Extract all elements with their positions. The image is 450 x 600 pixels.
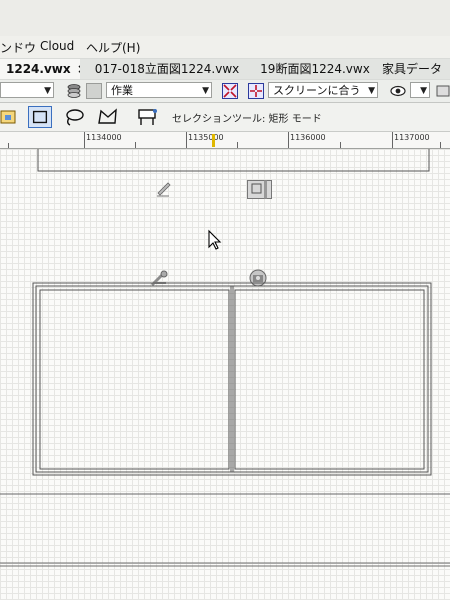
ruler-major-tick <box>392 132 393 148</box>
visibility-eye-icon[interactable] <box>390 83 406 99</box>
chevron-down-icon: ▼ <box>202 86 209 96</box>
left-pane-outline <box>39 289 230 470</box>
layer-options-icon[interactable] <box>86 83 102 99</box>
chevron-down-icon: ▼ <box>420 86 427 96</box>
ruler-label: 1137000 <box>394 133 430 142</box>
tab-label: 19断面図1224.vwx <box>260 62 370 76</box>
tab-elevation-document[interactable]: 017-018立面図1224.vwx <box>80 59 255 79</box>
zoom-dropdown[interactable]: スクリーンに合う ▼ <box>268 82 378 98</box>
ruler-minor-tick <box>135 142 136 148</box>
ruler-label: 1134000 <box>86 133 122 142</box>
ruler-minor-tick <box>340 142 341 148</box>
ruler-label: 1136000 <box>290 133 326 142</box>
tab-label: 017-018立面図1224.vwx <box>94 62 240 76</box>
ruler-minor-tick <box>237 142 238 148</box>
view-bar: ▼ 作業 ▼ スクリーンに合う ▼ ▼ <box>0 80 450 103</box>
menu-window[interactable]: ンドウ <box>0 39 36 56</box>
tool-mode-bar: セレクションツール: 矩形 モード <box>0 103 450 132</box>
upper-drawing-outline <box>37 149 430 172</box>
ruler-major-tick <box>84 132 85 148</box>
chevron-down-icon: ▼ <box>44 86 51 96</box>
tab-section-document[interactable]: 19断面図1224.vwx <box>244 59 387 79</box>
select-options-icon[interactable] <box>136 106 160 128</box>
horizontal-ruler[interactable]: 1134000 1135000 1136000 1137000 <box>0 132 450 149</box>
layer-dropdown[interactable]: 作業 ▼ <box>106 82 212 98</box>
camera-object-icon <box>249 269 267 287</box>
drawing-content <box>0 149 450 567</box>
document-tab-bar: 1224.vwx × 017-018立面図1224.vwx 19断面図1224.… <box>0 58 450 81</box>
rectangle-mode-icon[interactable] <box>28 106 52 128</box>
chevron-down-icon: ▼ <box>368 86 375 96</box>
tab-furniture-data[interactable]: 家具データ <box>376 59 450 79</box>
class-dropdown[interactable]: ▼ <box>0 82 54 98</box>
edit-pencil-icon <box>157 182 171 197</box>
ruler-major-tick <box>186 132 187 148</box>
ruler-minor-tick <box>8 143 9 148</box>
outer-frame-line <box>32 282 432 476</box>
ruler-minor-tick <box>440 142 441 148</box>
tool-status-text: セレクションツール: 矩形 モード <box>172 114 322 125</box>
tab-label: 1224.vwx <box>6 62 71 76</box>
drawing-canvas[interactable] <box>0 149 450 600</box>
zoom-fit-page-icon[interactable] <box>248 83 264 99</box>
mouse-cursor-icon <box>208 229 222 250</box>
menu-bar: ンドウ Cloud ヘルプ(H) <box>0 36 450 58</box>
outer-frame-inner-line <box>35 285 429 473</box>
tab-current-document[interactable]: 1224.vwx × <box>0 59 91 79</box>
polygon-mode-icon[interactable] <box>96 106 120 128</box>
view-options-icon[interactable] <box>436 83 450 99</box>
selection-mode-icon[interactable] <box>0 106 18 128</box>
ruler-label: 1135000 <box>188 133 224 142</box>
ruler-cursor-marker <box>212 134 215 147</box>
tab-label: 家具データ <box>382 62 443 76</box>
layer-dropdown-value: 作業 <box>111 84 133 97</box>
ruler-major-tick <box>288 132 289 148</box>
object-info-icon <box>247 180 272 199</box>
right-pane-outline <box>234 289 425 470</box>
zoom-dropdown-value: スクリーンに合う <box>273 84 361 97</box>
lasso-mode-icon[interactable] <box>62 106 86 128</box>
menu-cloud[interactable]: Cloud <box>40 39 74 53</box>
zoom-fit-objects-icon[interactable] <box>222 83 238 99</box>
visibility-dropdown[interactable]: ▼ <box>410 82 430 98</box>
menu-help[interactable]: ヘルプ(H) <box>86 39 140 56</box>
layers-icon[interactable] <box>66 83 82 99</box>
